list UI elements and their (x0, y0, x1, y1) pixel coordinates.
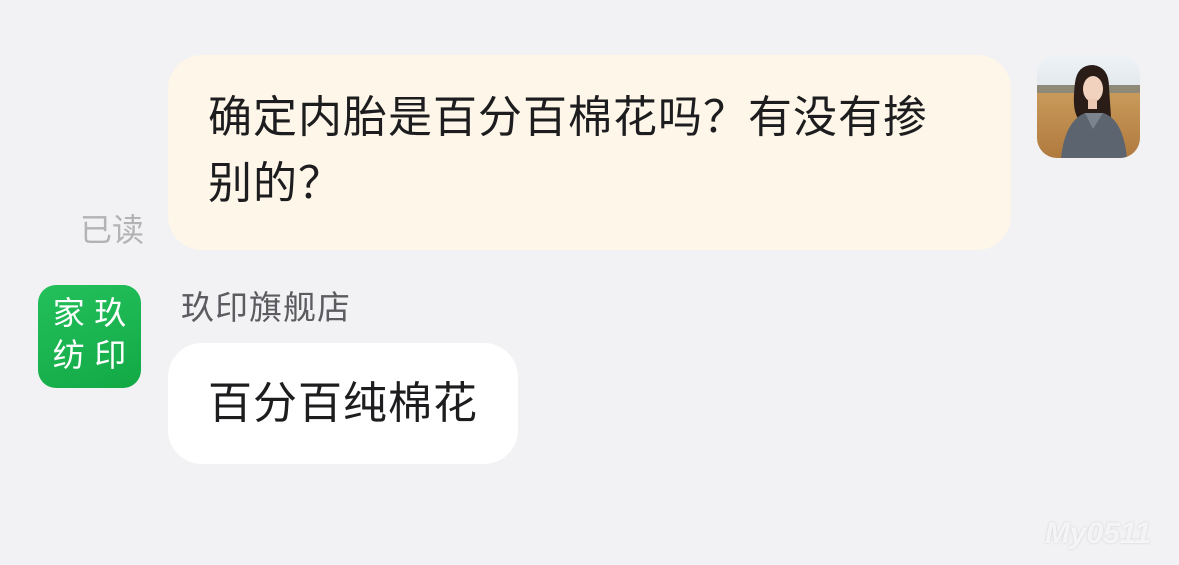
outgoing-message-text: 确定内胎是百分百棉花吗？有没有掺别的？ (208, 92, 928, 209)
user-avatar-photo (1037, 55, 1140, 158)
outgoing-message-bubble[interactable]: 确定内胎是百分百棉花吗？有没有掺别的？ (168, 55, 1011, 250)
user-avatar[interactable] (1037, 55, 1140, 158)
sender-name: 玖印旗舰店 (181, 288, 351, 327)
shop-avatar-char: 纺 (52, 335, 85, 374)
shop-avatar[interactable]: 家 玖 纺 印 (38, 285, 141, 388)
incoming-message-bubble[interactable]: 百分百纯棉花 (168, 343, 518, 464)
watermark: My0511 (1044, 517, 1151, 550)
shop-avatar-char: 玖 (94, 294, 127, 332)
read-status: 已读 (80, 211, 145, 249)
incoming-message-text: 百分百纯棉花 (208, 377, 478, 429)
shop-avatar-char: 家 (52, 294, 85, 332)
shop-avatar-char: 印 (94, 335, 127, 374)
